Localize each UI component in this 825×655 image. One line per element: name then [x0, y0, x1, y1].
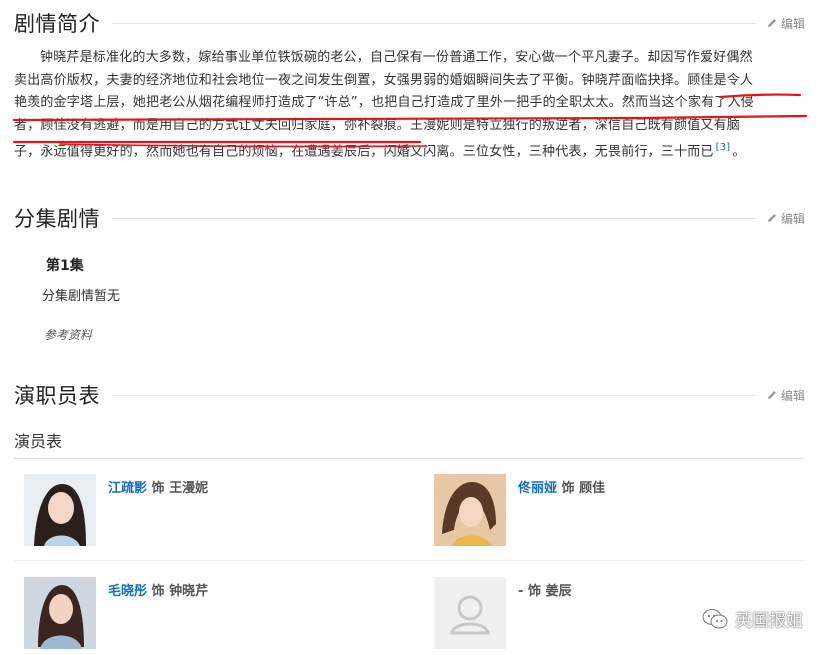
- role-separator: 饰: [151, 584, 165, 599]
- cast-card: 毛晓彤 饰 钟晓芹: [24, 577, 404, 653]
- actor-name-link[interactable]: 江疏影: [108, 481, 147, 496]
- role-separator: 饰: [527, 584, 541, 599]
- cast-card: 江疏影 饰 王漫妮: [24, 474, 404, 550]
- edit-label: 编辑: [780, 211, 805, 226]
- underline-2: [12, 114, 808, 122]
- watermark: 英国报姐: [701, 606, 803, 631]
- edit-label: 编辑: [780, 388, 805, 403]
- actor-info: 江疏影 饰 王漫妮: [108, 477, 208, 550]
- cast-subtitle: 演员表: [14, 432, 63, 451]
- cast-row-divider: [14, 560, 805, 561]
- episode-description: 分集剧情暂无: [42, 289, 121, 304]
- role-name: 钟晓芹: [169, 584, 209, 599]
- role-name: 顾佳: [579, 481, 606, 496]
- actor-photo[interactable]: [24, 577, 96, 649]
- cast-header: 演职员表 编辑: [14, 380, 805, 410]
- user-icon: [450, 595, 490, 635]
- actor-photo[interactable]: [24, 474, 96, 546]
- section-divider: [112, 394, 756, 396]
- episode-title: 第1集: [46, 258, 84, 274]
- episodes-header: 分集剧情 编辑: [14, 203, 805, 233]
- red-annotation-underlines: [12, 93, 808, 148]
- cast-divider: [14, 458, 805, 459]
- underline-3b: [59, 143, 427, 148]
- actor-name-link[interactable]: 毛晓彤: [108, 584, 147, 599]
- actor-info: 毛晓彤 饰 钟晓芹: [108, 580, 208, 653]
- cast-title: 演职员表: [14, 384, 100, 408]
- actor-name: -: [518, 584, 524, 599]
- wechat-icon: [702, 608, 728, 628]
- role-name: 王漫妮: [169, 481, 209, 496]
- episodes-edit-button[interactable]: 编辑: [766, 210, 805, 227]
- role-separator: 饰: [561, 481, 575, 496]
- episodes-title: 分集剧情: [14, 207, 100, 231]
- actor-name-link[interactable]: 佟丽娅: [518, 481, 557, 496]
- role-name: 姜辰: [545, 584, 572, 599]
- pencil-icon: [767, 391, 776, 399]
- role-separator: 饰: [151, 481, 165, 496]
- actor-info: 佟丽娅 饰 顾佳: [518, 477, 605, 550]
- actor-photo[interactable]: [434, 474, 506, 546]
- pencil-icon: [767, 214, 776, 222]
- section-divider: [112, 217, 756, 219]
- reference-link[interactable]: 参考资料: [44, 326, 92, 343]
- actor-info: - 饰 姜辰: [518, 580, 572, 653]
- watermark-text: 英国报姐: [735, 611, 803, 631]
- cast-card: 佟丽娅 饰 顾佳: [434, 474, 814, 550]
- avatar-placeholder[interactable]: [434, 577, 506, 649]
- cast-edit-button[interactable]: 编辑: [766, 387, 805, 404]
- underline-3: [12, 140, 422, 144]
- underline-1: [718, 93, 802, 99]
